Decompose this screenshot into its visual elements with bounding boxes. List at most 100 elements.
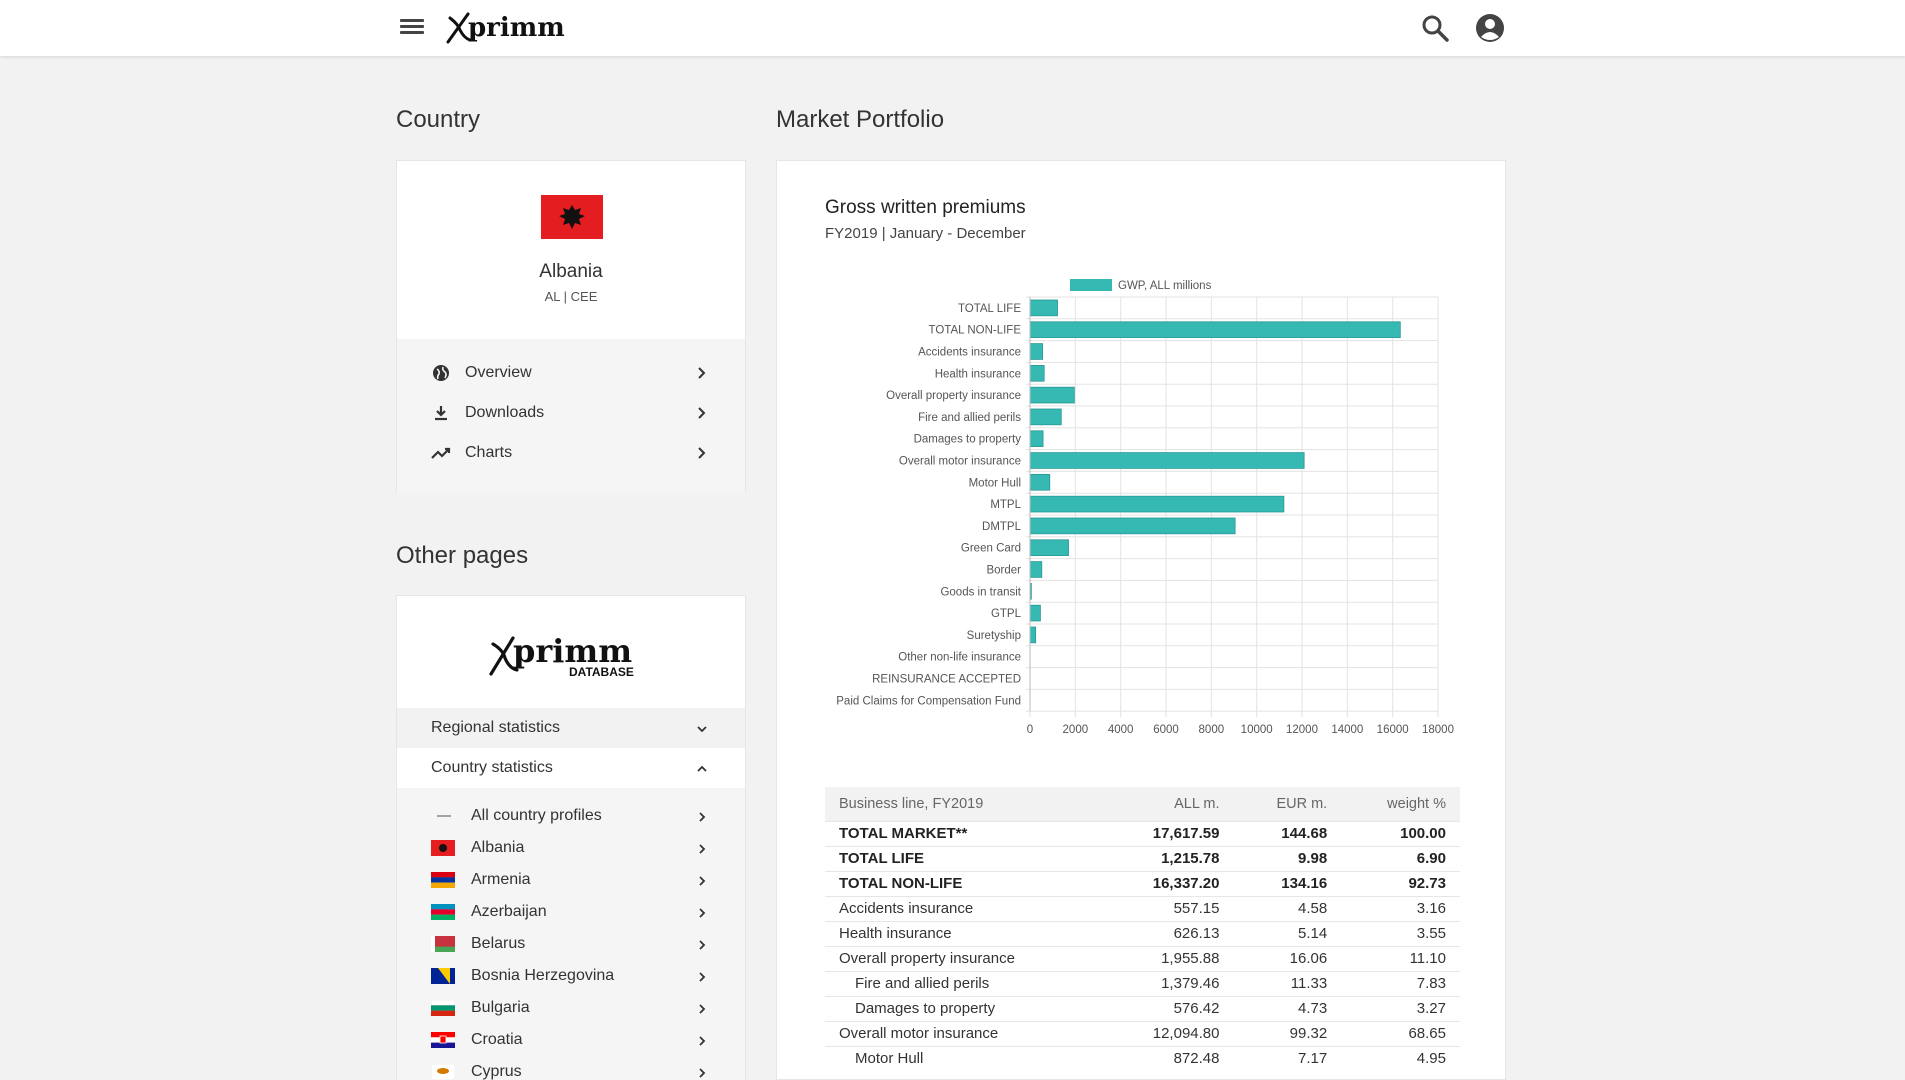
country-statistics-toggle[interactable]: Country statistics: [397, 748, 745, 788]
country-label: Bosnia Herzegovina: [471, 967, 615, 984]
category-label: Health insurance: [935, 368, 1021, 380]
column-header[interactable]: ALL m.: [1103, 787, 1234, 821]
country-nav: Overview Downloads Charts: [397, 339, 745, 493]
x-tick-label: 14000: [1331, 724, 1363, 736]
legend-label: GWP, ALL millions: [1118, 280, 1212, 292]
country-item-cyprus[interactable]: Cyprus: [397, 1056, 745, 1080]
trending-icon: [431, 443, 451, 463]
x-tick-label: 0: [1027, 724, 1033, 736]
table-row: Motor Hull 872.48 7.17 4.95: [825, 1045, 1460, 1071]
cyprus-flag-icon: [431, 1064, 455, 1080]
bar: [1029, 539, 1069, 556]
country-item-belarus[interactable]: Belarus: [397, 928, 745, 960]
chart-title: Gross written premiums: [825, 197, 1026, 218]
country-label: Bulgaria: [471, 999, 530, 1016]
category-label: Overall property insurance: [886, 390, 1021, 402]
table-row: Accidents insurance 557.15 4.58 3.16: [825, 895, 1460, 921]
download-icon: [431, 403, 451, 423]
table-cell: 6.90: [1341, 845, 1460, 871]
azerbaijan-flag-icon: [431, 904, 455, 920]
table-cell: 17,617.59: [1103, 820, 1234, 846]
chevron-right-icon: [698, 407, 706, 419]
nav-label: Overview: [465, 364, 532, 381]
bar: [1029, 452, 1305, 469]
nav-label: Charts: [465, 444, 513, 461]
category-label: Accidents insurance: [918, 347, 1021, 359]
column-header[interactable]: Business line, FY2019: [825, 787, 1104, 821]
chevron-up-icon: [697, 765, 707, 772]
table-cell: Motor Hull: [825, 1045, 1104, 1071]
chart-subtitle: FY2019 | January - December: [825, 225, 1026, 242]
regional-statistics-toggle[interactable]: Regional statistics: [397, 708, 745, 748]
country-label: Azerbaijan: [471, 903, 547, 920]
search-icon[interactable]: [1420, 13, 1450, 43]
chevron-right-icon: [699, 1004, 706, 1014]
table-cell: 68.65: [1341, 1020, 1460, 1046]
hamburger-menu-icon[interactable]: [398, 16, 426, 40]
table-cell: 4.73: [1233, 995, 1342, 1021]
table-cell: TOTAL NON-LIFE: [825, 870, 1104, 896]
table-row: Health insurance 626.13 5.14 3.55: [825, 920, 1460, 946]
bar: [1029, 561, 1043, 578]
table-row: Overall motor insurance 12,094.80 99.32 68.…: [825, 1020, 1460, 1046]
chevron-down-icon: [697, 726, 707, 733]
column-header[interactable]: EUR m.: [1233, 787, 1342, 821]
table-cell: 3.27: [1341, 995, 1460, 1021]
chevron-right-icon: [699, 812, 706, 822]
accordion-label: Country statistics: [431, 759, 553, 776]
country-item-bulgaria[interactable]: Bulgaria: [397, 992, 745, 1024]
table-cell: 100.00: [1341, 820, 1460, 846]
country-card: Albania AL | CEE Overview Downloads Char…: [396, 160, 746, 493]
nav-overview[interactable]: Overview: [397, 353, 745, 393]
xprimm-database-logo[interactable]: primm DATABASE: [489, 630, 654, 678]
bar: [1029, 430, 1044, 448]
category-label: Fire and allied perils: [918, 412, 1021, 424]
country-item-bosnia[interactable]: Bosnia Herzegovina: [397, 960, 745, 992]
chevron-right-icon: [699, 972, 706, 982]
bar: [1029, 299, 1058, 317]
table-cell: Overall motor insurance: [825, 1020, 1104, 1046]
country-label: Belarus: [471, 935, 526, 952]
bar: [1029, 473, 1051, 491]
table-cell: 5.14: [1233, 920, 1342, 946]
bar: [1029, 604, 1041, 622]
country-item-azerbaijan[interactable]: Azerbaijan: [397, 896, 745, 928]
country-item-croatia[interactable]: Croatia: [397, 1024, 745, 1056]
nav-charts[interactable]: Charts: [397, 433, 745, 473]
table-cell: 576.42: [1103, 995, 1234, 1021]
table-cell: 4.95: [1341, 1045, 1460, 1071]
bar: [1029, 386, 1075, 404]
business-lines-table: Business line, FY2019 ALL m. EUR m. weig…: [825, 787, 1460, 1071]
country-list: All country profiles Albania Armenia Aze…: [397, 788, 745, 1080]
table-cell: 11.10: [1341, 945, 1460, 971]
nav-downloads[interactable]: Downloads: [397, 393, 745, 433]
category-label: MTPL: [990, 499, 1021, 511]
country-label: Albania: [471, 839, 525, 856]
category-label: Overall motor insurance: [899, 456, 1021, 468]
account-icon[interactable]: [1475, 13, 1505, 43]
svg-text:primm: primm: [468, 13, 565, 43]
accordion-label: Regional statistics: [431, 719, 560, 736]
nav-label: Downloads: [465, 404, 545, 421]
xprimm-logo[interactable]: primm: [446, 8, 576, 46]
table-cell: 626.13: [1103, 920, 1234, 946]
x-tick-label: 2000: [1063, 724, 1089, 736]
table-cell: Fire and allied perils: [825, 970, 1104, 996]
x-tick-label: 4000: [1108, 724, 1134, 736]
country-item-armenia[interactable]: Armenia: [397, 864, 745, 896]
country-item-albania[interactable]: Albania: [397, 832, 745, 864]
category-label: Damages to property: [914, 434, 1022, 446]
legend-swatch: [1070, 279, 1112, 291]
table-cell: 12,094.80: [1103, 1020, 1234, 1046]
bosnia-flag-icon: [431, 968, 455, 984]
x-tick-label: 10000: [1241, 724, 1273, 736]
gwp-bar-chart: GWP, ALL millions 0 2000 4000 6000 8000 10000 1…: [836, 279, 1454, 736]
x-tick-label: 8000: [1199, 724, 1225, 736]
bar: [1029, 495, 1285, 513]
column-header[interactable]: weight %: [1341, 787, 1460, 821]
chevron-right-icon: [699, 940, 706, 950]
table-cell: 9.98: [1233, 845, 1342, 871]
table-cell: Health insurance: [825, 920, 1104, 946]
other-pages-title: Other pages: [396, 542, 529, 569]
country-item-all[interactable]: All country profiles: [397, 800, 745, 832]
